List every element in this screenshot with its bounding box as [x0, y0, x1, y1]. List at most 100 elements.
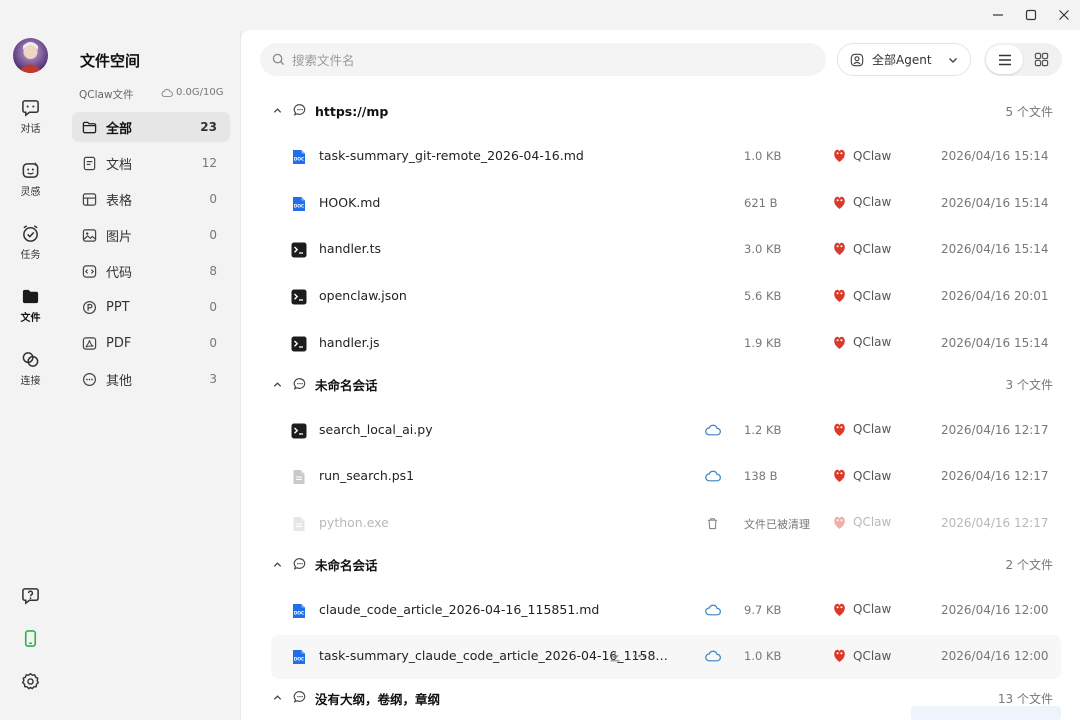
agent-name: QClaw — [853, 195, 892, 210]
file-name: task-summary_git-remote_2026-04-16.md — [319, 148, 584, 163]
group-header[interactable]: 未命名会话 3 个文件 — [241, 370, 1080, 400]
view-toggle — [984, 43, 1062, 76]
nav-tasks[interactable]: 任务 — [0, 224, 61, 261]
image-icon — [81, 227, 97, 243]
group-header[interactable]: https://mp 5 个文件 — [241, 96, 1080, 126]
svg-text:DOC: DOC — [294, 657, 304, 663]
terminal-file-icon — [291, 242, 307, 258]
terminal-file-icon — [291, 423, 307, 439]
cloud-sync-status — [705, 424, 721, 440]
row-actions — [609, 650, 646, 666]
category-code[interactable]: 代码 8 — [72, 256, 230, 286]
nav-inspiration[interactable]: 灵感 — [0, 161, 61, 198]
maximize-button[interactable] — [1014, 0, 1047, 30]
chat-group-icon — [293, 557, 306, 570]
qclaw-logo-icon — [834, 650, 845, 663]
file-row[interactable]: handler.ts 3.0 KB QClaw 2026/04/16 15:14 — [271, 228, 1061, 272]
agent-name: QClaw — [853, 288, 892, 303]
file-agent: QClaw — [833, 515, 891, 530]
svg-text:DOC: DOC — [294, 203, 304, 209]
file-size: 1.2 KB — [744, 422, 782, 437]
minimize-icon — [992, 14, 1003, 16]
category-all[interactable]: 全部 23 — [72, 112, 230, 142]
category-images[interactable]: 图片 0 — [72, 220, 230, 250]
file-row[interactable]: openclaw.json 5.6 KB QClaw 2026/04/16 20:01 — [271, 275, 1061, 319]
download-icon — [610, 651, 620, 662]
file-name: openclaw.json — [319, 288, 407, 304]
file-size: 5.6 KB — [744, 289, 782, 304]
file-date: 2026/04/16 12:00 — [941, 602, 1049, 617]
more-options-icon — [633, 655, 646, 658]
group-name: 未命名会话 — [315, 558, 378, 574]
file-row[interactable]: DOC task-summary_git-remote_2026-04-16.md… — [271, 135, 1061, 179]
category-docs[interactable]: 文档 12 — [72, 148, 230, 178]
mobile-button[interactable] — [0, 629, 61, 648]
category-label: 图片 — [106, 229, 133, 245]
doc-file-icon: DOC — [291, 196, 307, 212]
grid-view-button[interactable] — [1023, 45, 1060, 74]
category-count: 23 — [200, 120, 217, 134]
more-icon — [81, 371, 97, 387]
cloud-icon — [705, 650, 721, 662]
file-row[interactable]: DOC claude_code_article_2026-04-16_115851… — [271, 589, 1061, 633]
group-file-count: 13 个文件 — [997, 691, 1053, 706]
file-row[interactable]: handler.js 1.9 KB QClaw 2026/04/16 15:14 — [271, 322, 1061, 366]
qclaw-logo-icon — [834, 516, 845, 529]
qclaw-logo-icon — [834, 423, 845, 436]
qclaw-logo-icon — [834, 243, 845, 256]
search-input[interactable]: 搜索文件名 — [260, 43, 826, 76]
file-size: 3.0 KB — [744, 242, 782, 257]
group-header[interactable]: 未命名会话 2 个文件 — [241, 550, 1080, 580]
nav-connect[interactable]: 连接 — [0, 350, 61, 387]
help-button[interactable] — [0, 586, 61, 605]
folder-outline-icon — [81, 119, 97, 135]
chevron-up-icon — [273, 561, 282, 567]
file-agent: QClaw — [833, 335, 891, 350]
group-file-count: 2 个文件 — [1005, 558, 1053, 573]
file-row[interactable]: python.exe 文件已被清理 QClaw 2026/04/16 12:17 — [271, 502, 1061, 546]
settings-button[interactable] — [0, 672, 61, 691]
category-sheets[interactable]: 表格 0 — [72, 184, 230, 214]
cloud-sync-status — [705, 604, 721, 620]
category-count: 3 — [209, 372, 217, 386]
nav-files[interactable]: 文件 — [0, 287, 61, 324]
list-icon — [998, 54, 1011, 65]
file-date: 2026/04/16 15:14 — [941, 335, 1049, 350]
list-view-button[interactable] — [986, 45, 1023, 74]
storage-label: QClaw文件 — [79, 89, 134, 101]
terminal-file-icon — [291, 289, 307, 305]
chevron-up-icon — [273, 108, 282, 113]
file-row[interactable]: DOC HOOK.md 621 B QClaw 2026/04/16 15:14 — [271, 182, 1061, 226]
file-name: HOOK.md — [319, 194, 381, 210]
maximize-icon — [1025, 9, 1036, 21]
svg-text:DOC: DOC — [294, 157, 304, 163]
category-label: 文档 — [106, 157, 133, 173]
pdf-icon — [81, 335, 97, 351]
category-ppt[interactable]: PPT 0 — [72, 292, 230, 322]
file-row[interactable]: DOC task-summary_claude_code_article_2026… — [271, 635, 1061, 680]
category-label: PPT — [106, 299, 130, 315]
close-button[interactable] — [1047, 0, 1080, 30]
chat-group-icon — [293, 691, 306, 703]
category-pdf[interactable]: PDF 0 — [72, 328, 230, 358]
nav-chat[interactable]: 对话 — [0, 98, 61, 135]
generic-file-icon — [291, 469, 307, 485]
file-agent: QClaw — [833, 288, 891, 303]
terminal-file-icon — [291, 336, 307, 352]
file-name: python.exe — [319, 514, 389, 530]
category-other[interactable]: 其他 3 — [72, 364, 230, 394]
more-options-button[interactable] — [633, 650, 646, 666]
file-agent: QClaw — [833, 241, 891, 256]
window-controls — [981, 0, 1080, 30]
group-name: https://mp — [315, 103, 389, 119]
category-label: PDF — [106, 335, 132, 351]
qclaw-logo-icon — [834, 289, 845, 303]
file-name: handler.ts — [319, 241, 381, 257]
file-row[interactable]: search_local_ai.py 1.2 KB QClaw 2026/04/16 … — [271, 409, 1061, 453]
avatar[interactable] — [13, 38, 48, 73]
agent-filter-dropdown[interactable]: 全部Agent — [837, 43, 971, 76]
file-row[interactable]: run_search.ps1 138 B QClaw 2026/04/16 12:17 — [271, 455, 1061, 499]
minimize-button[interactable] — [981, 0, 1014, 30]
qclaw-logo-icon — [834, 149, 845, 162]
download-button[interactable] — [609, 650, 621, 666]
